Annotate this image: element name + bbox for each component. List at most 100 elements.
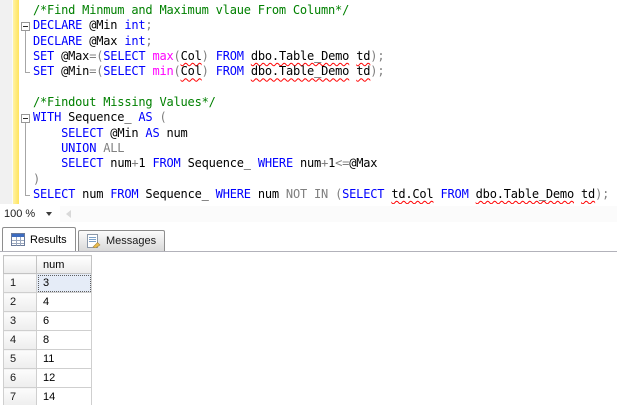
code-line[interactable]: /*Find Minmum and Maximum vlaue From Col… bbox=[33, 3, 617, 18]
code-segment-error: td bbox=[581, 187, 596, 202]
code-segment: num bbox=[292, 156, 322, 171]
code-segment: @Min bbox=[82, 18, 125, 33]
data-cell[interactable]: 4 bbox=[36, 292, 92, 312]
table-row: 7 14 bbox=[3, 387, 92, 405]
results-grid: num 1 3 2 4 3 6 4 8 5 11 6 12 7 14 bbox=[3, 255, 92, 405]
code-segment: FROM bbox=[152, 156, 181, 171]
zoom-level-value: 100 % bbox=[4, 208, 36, 220]
code-segment: /*Find Minmum and Maximum vlaue From Col… bbox=[33, 3, 350, 17]
horizontal-scrollbar[interactable] bbox=[60, 206, 617, 222]
code-segment: @Max bbox=[349, 156, 378, 171]
collapse-region-icon[interactable] bbox=[21, 22, 30, 31]
table-row: 13 bbox=[3, 273, 92, 293]
code-segment: ( bbox=[173, 64, 181, 79]
code-segment: SELECT bbox=[103, 64, 146, 79]
code-line[interactable] bbox=[33, 80, 617, 95]
code-segment: WHERE bbox=[215, 187, 251, 202]
code-line[interactable]: DECLARE @Min int; bbox=[33, 18, 617, 33]
code-segment: num bbox=[103, 156, 132, 171]
code-segment: @Max bbox=[54, 49, 90, 64]
code-segment: @Min bbox=[103, 125, 146, 140]
code-line[interactable]: SET @Max=(SELECT max(Col) FROM dbo.Table… bbox=[33, 49, 617, 64]
grid-corner-cell[interactable] bbox=[3, 255, 37, 274]
row-number-cell[interactable]: 2 bbox=[3, 292, 37, 312]
tab-messages[interactable]: Messages bbox=[78, 230, 165, 251]
tab-results[interactable]: Results bbox=[2, 227, 76, 251]
code-segment: =( bbox=[89, 49, 104, 64]
code-segment: ; bbox=[145, 18, 153, 33]
code-line[interactable]: DECLARE @Max int; bbox=[33, 34, 617, 49]
editor-gutter bbox=[0, 0, 13, 204]
code-segment: /*Findout Missing Values*/ bbox=[33, 95, 216, 110]
code-segment: FROM bbox=[215, 64, 244, 79]
row-number-cell[interactable]: 3 bbox=[3, 311, 37, 331]
code-segment-error: dbo.Table_Demo bbox=[250, 64, 350, 79]
code-segment: AS bbox=[138, 110, 153, 125]
code-segment-error: dbo.Table_Demo bbox=[250, 49, 350, 64]
code-segment: max bbox=[152, 49, 174, 64]
data-cell[interactable]: 12 bbox=[36, 368, 92, 388]
code-segment: DECLARE bbox=[33, 33, 83, 48]
collapse-region-icon[interactable] bbox=[21, 114, 30, 123]
table-row: 24 bbox=[3, 292, 92, 312]
data-cell[interactable]: 14 bbox=[36, 387, 92, 405]
code-segment: num bbox=[75, 187, 111, 202]
data-cell[interactable]: 11 bbox=[36, 349, 92, 369]
data-cell-selected[interactable]: 3 bbox=[36, 273, 92, 293]
code-line[interactable]: SET @Min=(SELECT min(Col) FROM dbo.Table… bbox=[33, 64, 617, 79]
fold-region-end-tick bbox=[25, 72, 30, 73]
code-segment: @Max bbox=[82, 33, 125, 48]
messages-icon bbox=[87, 234, 101, 248]
code-line[interactable]: SELECT num FROM Sequence_ WHERE num NOT … bbox=[33, 187, 617, 202]
code-line[interactable]: SELECT @Min AS num bbox=[33, 126, 617, 141]
code-line[interactable]: /*Findout Missing Values*/ bbox=[33, 95, 617, 110]
code-segment: min bbox=[152, 64, 174, 79]
code-segment: SELECT bbox=[61, 156, 104, 171]
ssms-query-window: /*Find Minmum and Maximum vlaue From Col… bbox=[0, 0, 617, 405]
code-segment: 1 bbox=[138, 156, 153, 171]
code-line[interactable]: UNION ALL bbox=[33, 141, 617, 156]
row-number-cell[interactable]: 4 bbox=[3, 330, 37, 350]
code-segment: ); bbox=[370, 49, 385, 64]
row-number-cell[interactable]: 5 bbox=[3, 349, 37, 369]
sql-editor[interactable]: /*Find Minmum and Maximum vlaue From Col… bbox=[0, 0, 617, 204]
editor-status-row: 100 % bbox=[0, 204, 617, 224]
grid-header-row: num bbox=[3, 255, 92, 274]
column-header[interactable]: num bbox=[36, 255, 92, 274]
code-area[interactable]: /*Find Minmum and Maximum vlaue From Col… bbox=[33, 3, 617, 204]
code-segment-error: Col bbox=[180, 64, 202, 79]
code-segment: FROM bbox=[110, 187, 139, 202]
code-segment: @Min bbox=[54, 64, 90, 79]
fold-region-line bbox=[25, 31, 26, 72]
code-segment: Sequence_ bbox=[138, 187, 216, 202]
code-segment: ( bbox=[152, 110, 167, 125]
code-segment-error: dbo.Table_Demo bbox=[475, 187, 575, 202]
code-segment: ); bbox=[595, 187, 610, 202]
row-number-cell[interactable]: 7 bbox=[3, 387, 37, 405]
code-segment-error: td.Col bbox=[391, 187, 434, 202]
code-segment: int bbox=[124, 18, 146, 33]
tab-label: Messages bbox=[106, 235, 157, 247]
results-grid-icon bbox=[11, 233, 25, 246]
row-number-cell[interactable]: 1 bbox=[3, 273, 37, 293]
code-segment: Sequence_ bbox=[180, 156, 258, 171]
code-segment: WITH bbox=[33, 110, 62, 125]
code-line[interactable]: ) bbox=[33, 172, 617, 187]
row-number-cell[interactable]: 6 bbox=[3, 368, 37, 388]
tab-label: Results bbox=[30, 233, 67, 246]
data-cell[interactable]: 8 bbox=[36, 330, 92, 350]
zoom-dropdown[interactable]: 100 % bbox=[2, 205, 56, 223]
code-segment: UNION bbox=[61, 141, 97, 156]
code-segment-error: Col bbox=[180, 49, 202, 64]
data-cell[interactable]: 6 bbox=[36, 311, 92, 331]
code-segment: ); bbox=[370, 64, 385, 79]
code-line[interactable]: SELECT num+1 FROM Sequence_ WHERE num+1<… bbox=[33, 156, 617, 171]
code-line[interactable]: WITH Sequence_ AS ( bbox=[33, 110, 617, 125]
code-segment: FROM bbox=[215, 49, 244, 64]
